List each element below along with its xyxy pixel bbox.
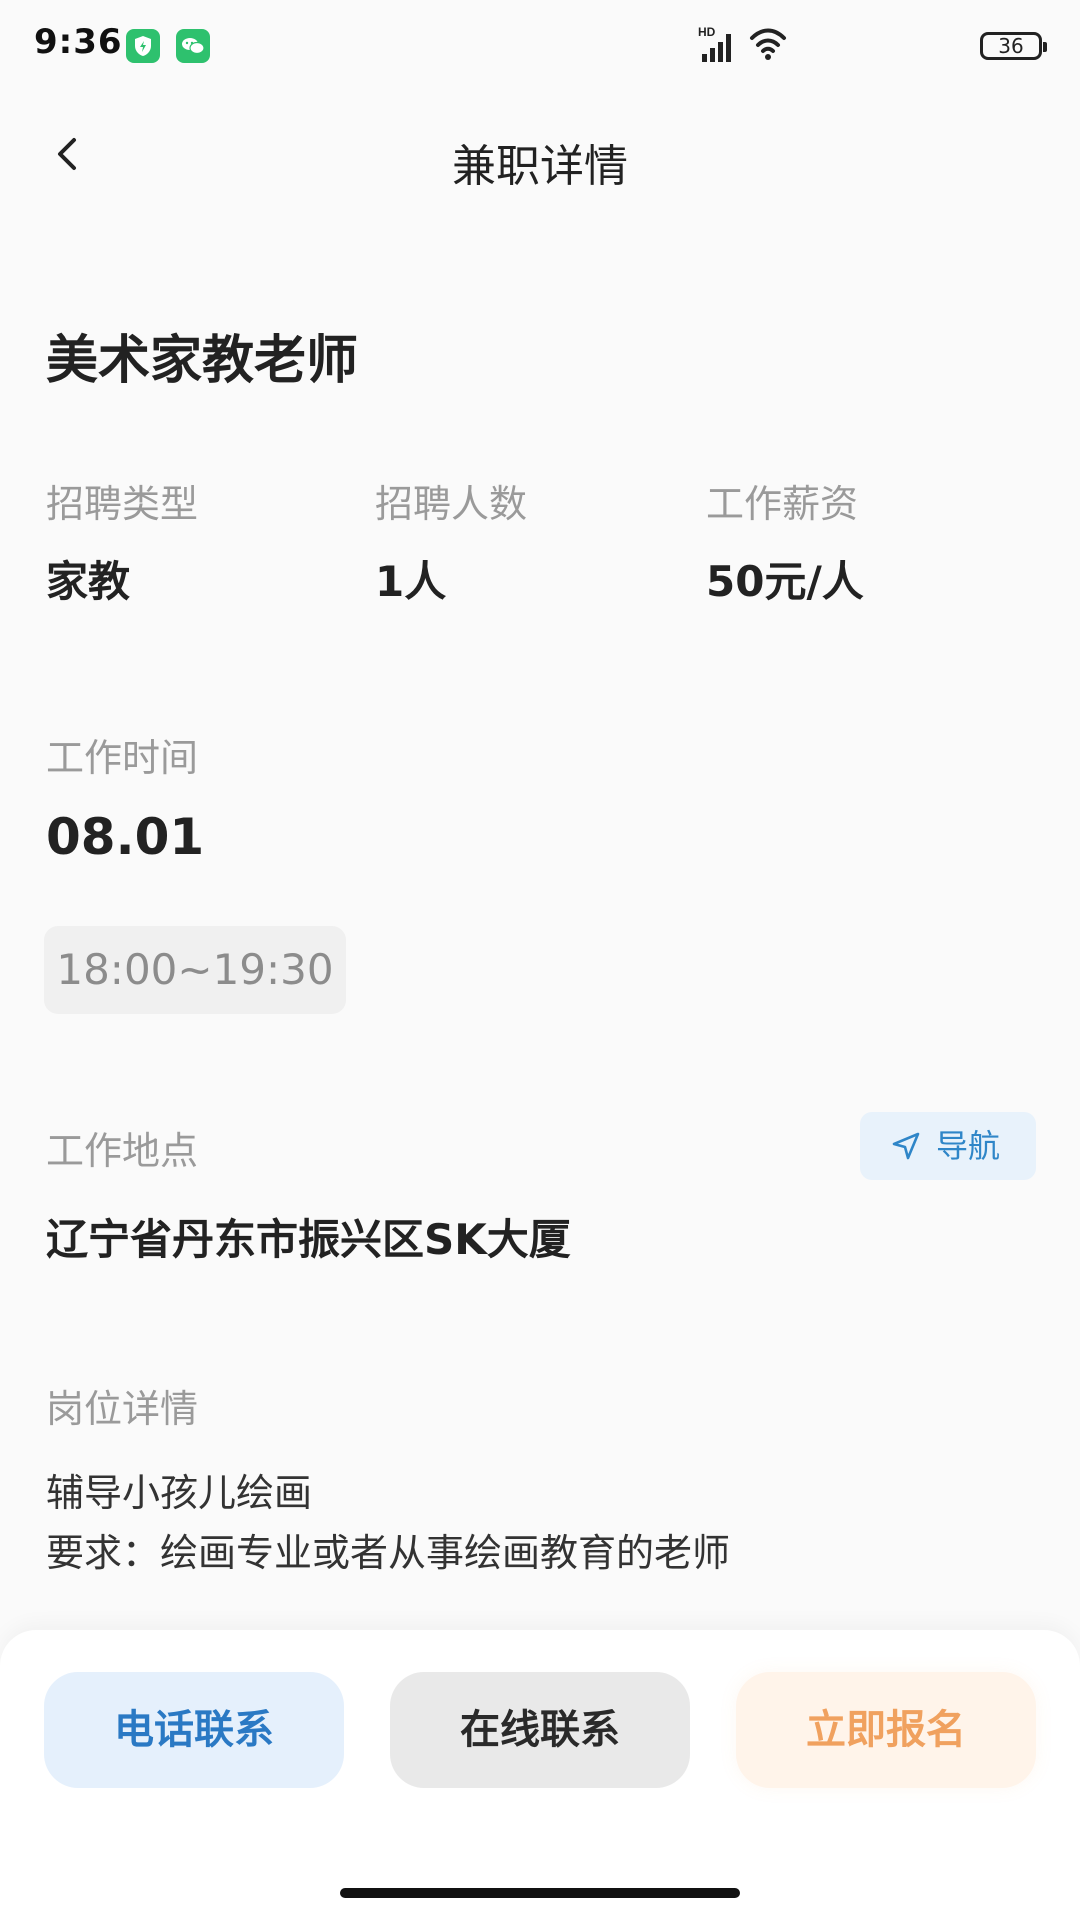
time-range-chip: 18:00~19:30 [44, 926, 346, 1014]
wifi-icon [750, 28, 786, 60]
wechat-app-icon [176, 29, 210, 63]
signal-icon: HD [698, 25, 731, 62]
work-location-label: 工作地点 [46, 1129, 199, 1173]
recruit-count-value: 1人 [375, 557, 447, 606]
recruit-type-label: 招聘类型 [46, 482, 199, 526]
online-contact-button[interactable]: 在线联系 [390, 1672, 690, 1788]
detail-line: 要求：绘画专业或者从事绘画教育的老师 [46, 1531, 731, 1575]
navigate-label: 导航 [936, 1127, 1001, 1165]
battery-icon: 36 [980, 32, 1047, 60]
signup-button[interactable]: 立即报名 [736, 1672, 1036, 1788]
recruit-type-value: 家教 [46, 557, 131, 606]
phone-contact-button[interactable]: 电话联系 [44, 1672, 344, 1788]
page-title: 兼职详情 [452, 141, 628, 192]
recruit-count-label: 招聘人数 [375, 482, 528, 526]
work-date: 08.01 [46, 808, 205, 866]
status-bar: 9:36 HD 36 [0, 0, 1080, 96]
navigation-arrow-icon [892, 1132, 920, 1160]
detail-line: 辅导小孩儿绘画 [46, 1471, 313, 1515]
shield-app-icon [126, 29, 160, 63]
app-screen: 9:36 HD 36 兼职详情 美术家教老师 招聘类型 招聘人数 工作薪资 家教… [0, 0, 1080, 1920]
job-title: 美术家教老师 [46, 331, 359, 391]
navigate-button[interactable]: 导航 [860, 1112, 1036, 1180]
salary-value: 50元/人 [706, 557, 864, 606]
work-time-label: 工作时间 [46, 736, 199, 780]
shield-icon [135, 36, 151, 56]
salary-label: 工作薪资 [706, 482, 859, 526]
status-time: 9:36 [34, 22, 123, 62]
network-label: HD [698, 25, 716, 39]
job-detail-label: 岗位详情 [46, 1387, 199, 1431]
wechat-icon [182, 38, 205, 55]
address: 辽宁省丹东市振兴区SK大厦 [46, 1215, 571, 1264]
home-indicator[interactable] [340, 1888, 740, 1898]
